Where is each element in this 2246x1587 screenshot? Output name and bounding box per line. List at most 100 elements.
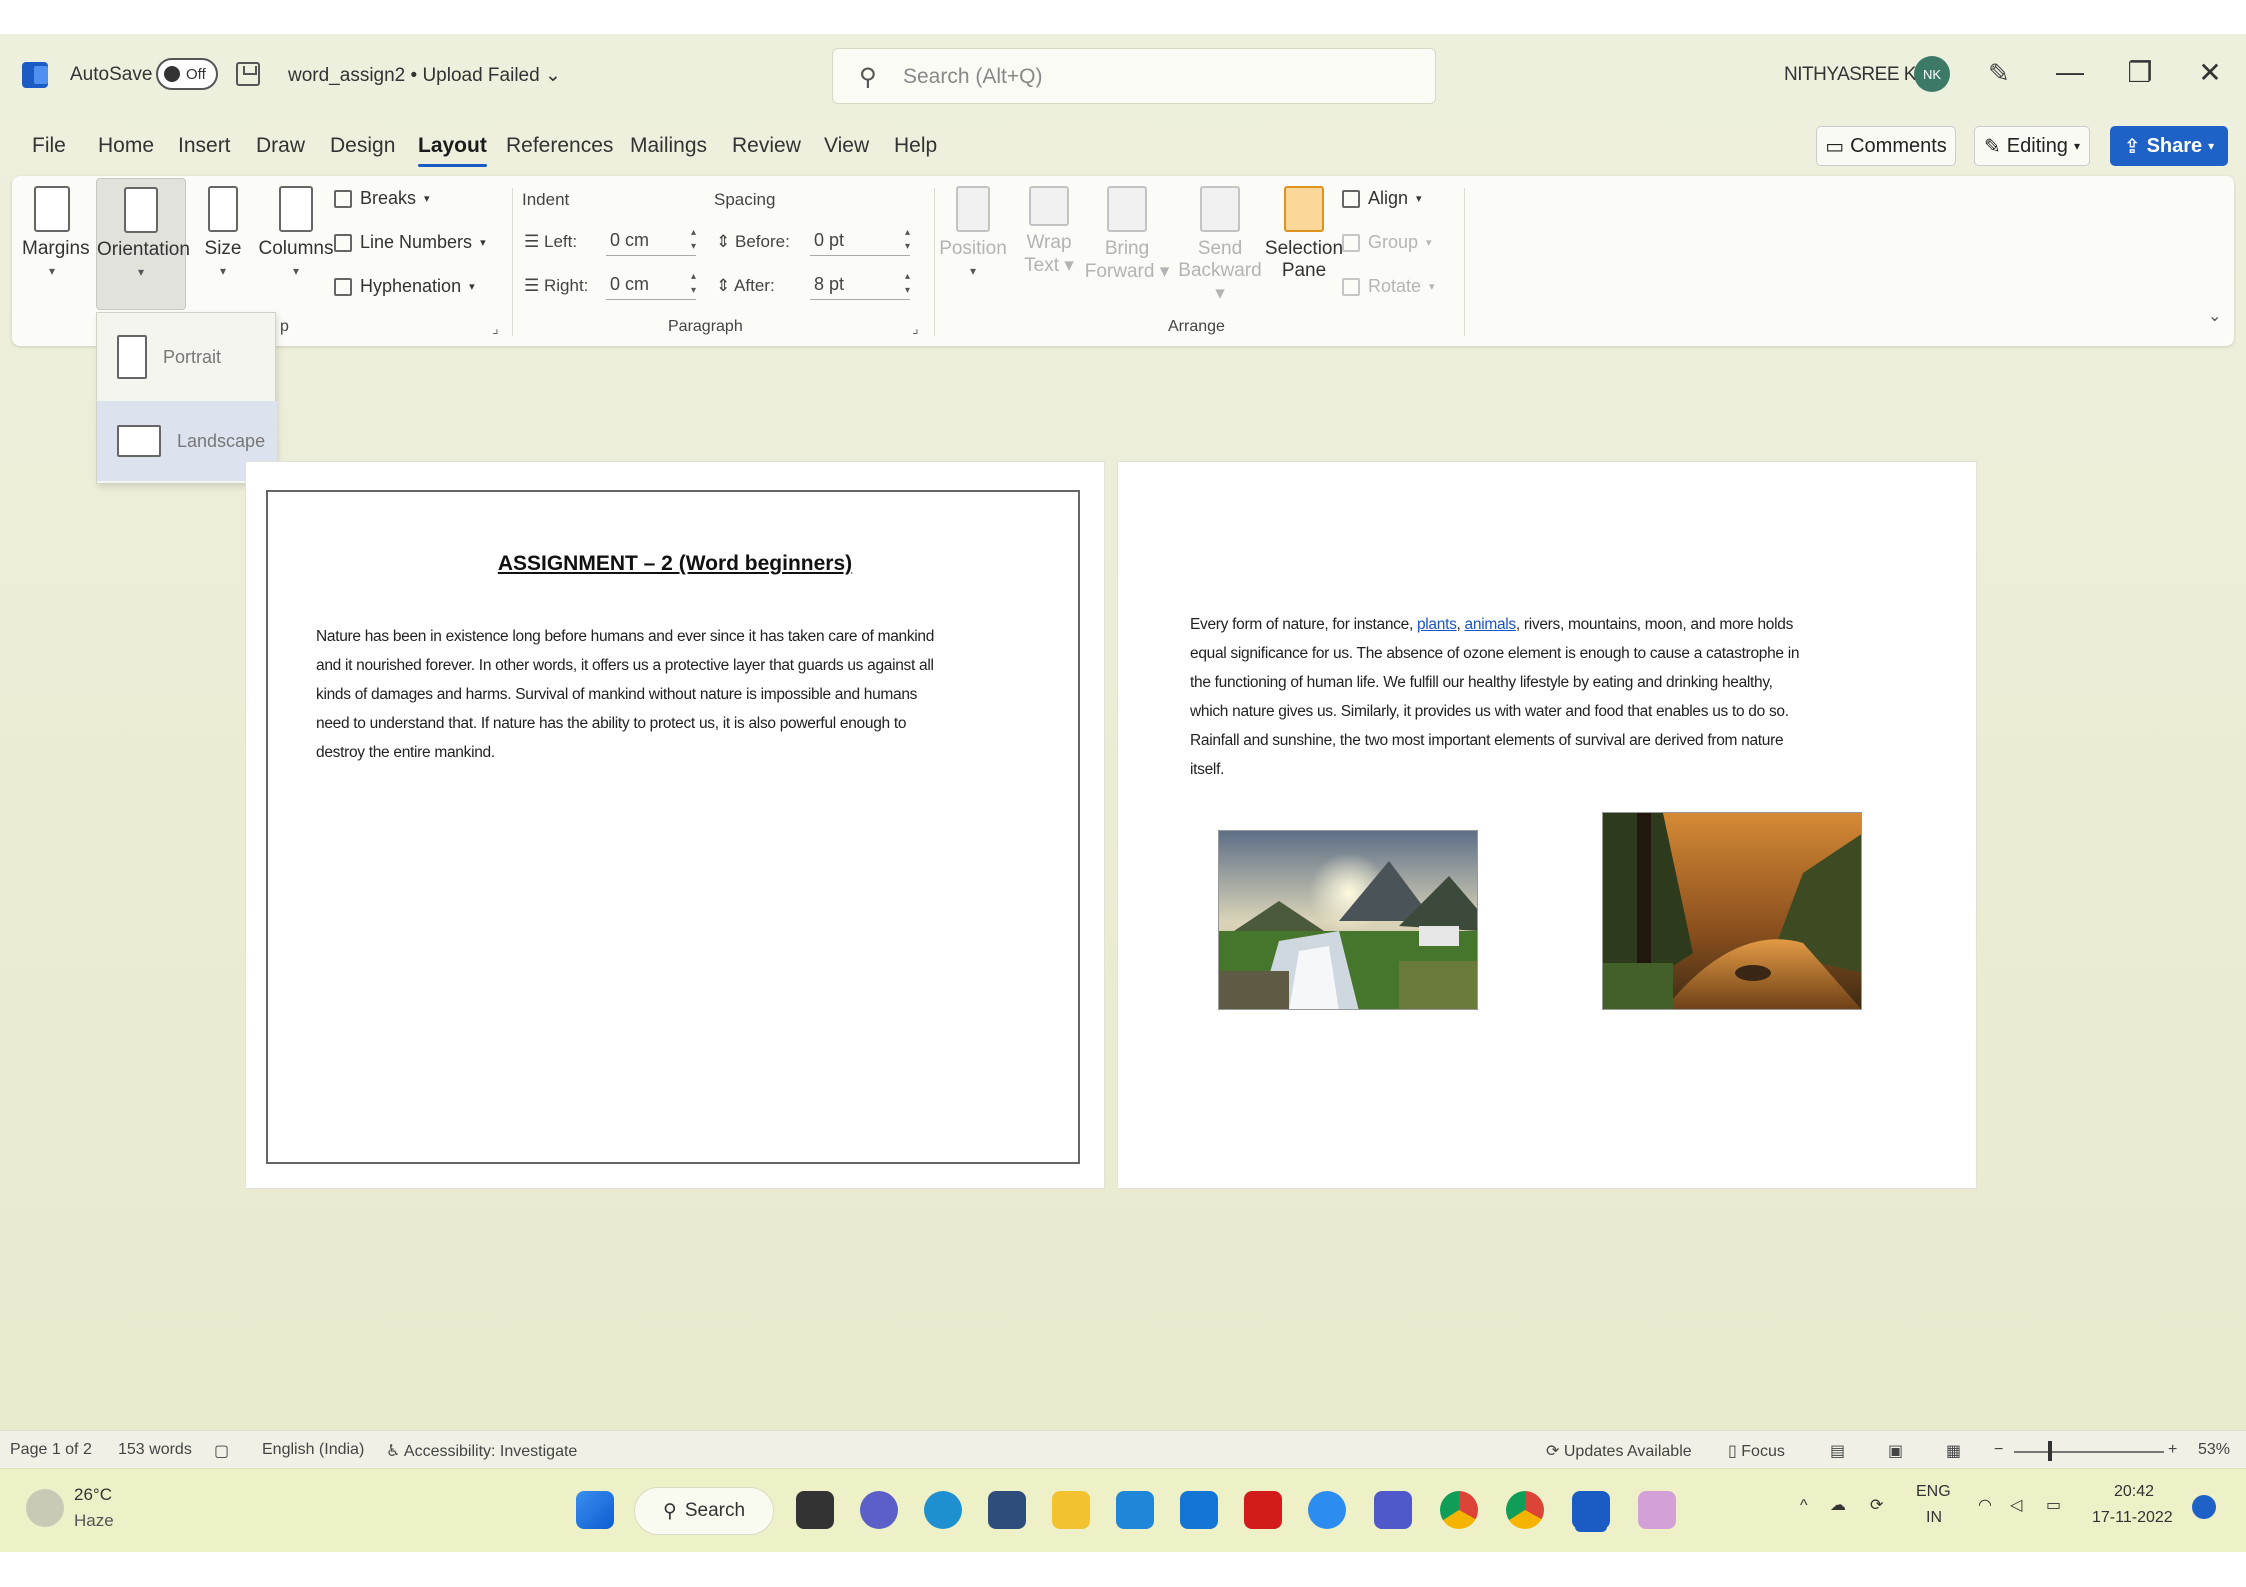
tab-review[interactable]: Review: [732, 134, 801, 158]
store-icon[interactable]: [988, 1491, 1026, 1529]
forest-river-photo[interactable]: [1602, 812, 1862, 1010]
tab-layout[interactable]: Layout: [418, 134, 487, 167]
linkedin-learning-icon[interactable]: [1116, 1491, 1154, 1529]
search-box[interactable]: ⚲ Search (Alt+Q): [832, 48, 1436, 104]
position-button[interactable]: Position ▾: [938, 186, 1008, 278]
spacing-after-input[interactable]: 8 pt ▴ ▾: [810, 270, 910, 300]
clock-date[interactable]: 17-11-2022: [2092, 1509, 2173, 1527]
document-title[interactable]: word_assign2 • Upload Failed ⌄: [288, 64, 561, 87]
autosave-toggle[interactable]: Off: [156, 58, 218, 90]
zoom-slider-thumb[interactable]: [2048, 1441, 2052, 1461]
tab-file[interactable]: File: [32, 134, 66, 158]
tab-draw[interactable]: Draw: [256, 134, 305, 158]
spinner-arrows-icon[interactable]: ▴ ▾: [905, 270, 910, 298]
hyperlink-plants[interactable]: plants: [1417, 616, 1457, 633]
print-layout-icon[interactable]: ▣: [1888, 1441, 1903, 1461]
mcafee-icon[interactable]: [1244, 1491, 1282, 1529]
updates-available[interactable]: ⟳ Updates Available: [1546, 1441, 1692, 1461]
weather-condition[interactable]: Haze: [74, 1511, 114, 1531]
chrome-profile-icon[interactable]: [1506, 1491, 1544, 1529]
word-count[interactable]: 153 words: [118, 1441, 192, 1459]
close-button[interactable]: ✕: [2190, 56, 2230, 89]
waterfall-photo[interactable]: [1218, 830, 1478, 1010]
document-page-2[interactable]: Every form of nature, for instance, plan…: [1118, 462, 1976, 1188]
selection-pane-button[interactable]: Selection Pane: [1256, 186, 1352, 282]
indent-right-input[interactable]: 0 cm ▴ ▾: [606, 270, 696, 300]
align-button[interactable]: Align ▾: [1342, 188, 1422, 209]
edge-browser-icon[interactable]: [924, 1491, 962, 1529]
language-indicator[interactable]: English (India): [262, 1441, 364, 1459]
accessibility-indicator[interactable]: ♿ Accessibility: Investigate: [386, 1441, 577, 1461]
battery-icon[interactable]: ▭: [2046, 1495, 2061, 1515]
tab-references[interactable]: References: [506, 134, 613, 158]
line-numbers-button[interactable]: Line Numbers ▾: [334, 232, 486, 253]
bring-forward-button[interactable]: Bring Forward ▾: [1082, 186, 1172, 283]
chrome-icon[interactable]: [1440, 1491, 1478, 1529]
notification-badge-icon[interactable]: [2192, 1495, 2216, 1519]
orientation-button[interactable]: Orientation ▾: [96, 178, 190, 310]
user-name[interactable]: NITHYASREE K: [1784, 64, 1916, 86]
onedrive-icon[interactable]: ☁: [1830, 1495, 1846, 1515]
minimize-button[interactable]: —: [2050, 56, 2090, 88]
page-count[interactable]: Page 1 of 2: [10, 1441, 92, 1459]
zoom-level[interactable]: 53%: [2198, 1441, 2230, 1459]
document-page-1[interactable]: ASSIGNMENT – 2 (Word beginners) Nature h…: [246, 462, 1104, 1188]
page2-paragraph[interactable]: Every form of nature, for instance, plan…: [1190, 610, 1920, 784]
teams-icon[interactable]: [1374, 1491, 1412, 1529]
columns-button[interactable]: Columns ▾: [256, 186, 336, 278]
temperature[interactable]: 26°C: [74, 1485, 112, 1505]
spinner-arrows-icon[interactable]: ▴ ▾: [905, 226, 910, 254]
region-code[interactable]: IN: [1926, 1509, 1942, 1527]
tab-view[interactable]: View: [824, 134, 869, 158]
sync-icon[interactable]: ⟳: [1870, 1495, 1883, 1515]
file-explorer-icon[interactable]: [1052, 1491, 1090, 1529]
wifi-icon[interactable]: ◠: [1978, 1495, 1992, 1515]
editing-mode-button[interactable]: ✎ Editing ▾: [1974, 126, 2090, 166]
tab-insert[interactable]: Insert: [178, 134, 231, 158]
focus-button[interactable]: ▯ Focus: [1728, 1441, 1785, 1461]
spinner-arrows-icon[interactable]: ▴ ▾: [691, 226, 696, 254]
paragraph-launcher-icon[interactable]: ⌟: [912, 320, 919, 337]
indent-left-input[interactable]: 0 cm ▴ ▾: [606, 226, 696, 256]
tab-help[interactable]: Help: [894, 134, 937, 158]
outlook-icon[interactable]: [1180, 1491, 1218, 1529]
zoom-out-button[interactable]: −: [1994, 1441, 2003, 1459]
share-button[interactable]: ⇪ Share ▾: [2110, 126, 2228, 166]
document-heading[interactable]: ASSIGNMENT – 2 (Word beginners): [246, 552, 1104, 576]
chat-icon[interactable]: [860, 1491, 898, 1529]
word-taskbar-icon[interactable]: [1572, 1491, 1610, 1529]
group-button[interactable]: Group ▾: [1342, 232, 1432, 253]
send-backward-button[interactable]: Send Backward ▾: [1172, 186, 1268, 305]
snipping-tool-icon[interactable]: [1638, 1491, 1676, 1529]
page-setup-launcher-icon[interactable]: ⌟: [492, 320, 499, 337]
web-layout-icon[interactable]: ▦: [1946, 1441, 1961, 1461]
language-code[interactable]: ENG: [1916, 1483, 1951, 1501]
hyphenation-button[interactable]: Hyphenation ▾: [334, 276, 475, 297]
windows-start-icon[interactable]: [576, 1491, 614, 1529]
comments-button[interactable]: ▭ Comments: [1816, 126, 1956, 166]
zoom-in-button[interactable]: +: [2168, 1441, 2177, 1459]
margins-button[interactable]: Margins ▾: [22, 186, 90, 278]
taskbar-search-button[interactable]: ⚲ Search: [634, 1487, 774, 1535]
restore-button[interactable]: ❐: [2120, 56, 2160, 89]
spacing-before-input[interactable]: 0 pt ▴ ▾: [810, 226, 910, 256]
zoom-app-icon[interactable]: [1308, 1491, 1346, 1529]
spinner-arrows-icon[interactable]: ▴ ▾: [691, 270, 696, 298]
tab-mailings[interactable]: Mailings: [630, 134, 707, 158]
task-view-icon[interactable]: [796, 1491, 834, 1529]
orientation-portrait-option[interactable]: Portrait: [97, 317, 277, 397]
clock-time[interactable]: 20:42: [2114, 1483, 2154, 1501]
tab-home[interactable]: Home: [98, 134, 154, 158]
ribbon-collapse-chevron-icon[interactable]: ⌄: [2208, 306, 2221, 326]
zoom-slider-track[interactable]: [2014, 1451, 2164, 1453]
save-icon[interactable]: [236, 62, 260, 86]
breaks-button[interactable]: Breaks ▾: [334, 188, 430, 209]
proofing-icon[interactable]: ▢: [214, 1441, 229, 1461]
page1-paragraph[interactable]: Nature has been in existence long before…: [316, 622, 1046, 767]
wrap-text-button[interactable]: Wrap Text ▾: [1012, 186, 1086, 277]
pen-icon[interactable]: ✎: [1988, 58, 2010, 89]
size-button[interactable]: Size ▾: [196, 186, 250, 278]
avatar[interactable]: NK: [1914, 56, 1950, 92]
rotate-button[interactable]: Rotate ▾: [1342, 276, 1435, 297]
tab-design[interactable]: Design: [330, 134, 395, 158]
